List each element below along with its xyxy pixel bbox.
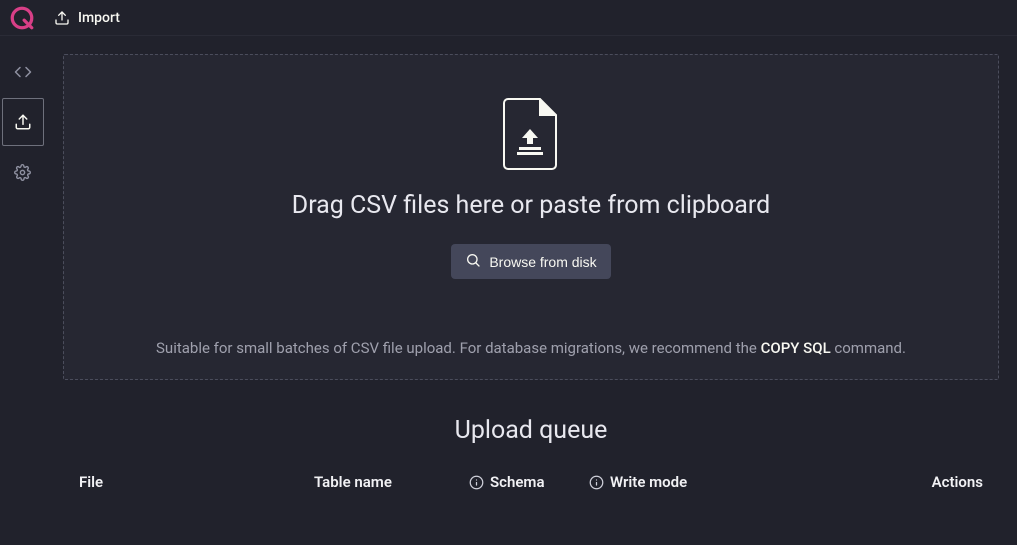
column-header-write-mode-label: Write mode (610, 473, 687, 491)
copy-sql-link[interactable]: COPY SQL (761, 339, 831, 357)
sidebar-item-code[interactable] (2, 50, 44, 94)
tab-import[interactable]: Import (46, 6, 128, 30)
sidebar (0, 36, 45, 545)
csv-dropzone[interactable]: Drag CSV files here or paste from clipbo… (63, 54, 999, 380)
column-header-actions: Actions (789, 473, 983, 491)
info-icon (589, 475, 604, 490)
topbar: Import (0, 0, 1017, 36)
column-header-file: File (79, 473, 314, 491)
search-icon (465, 252, 481, 271)
dropzone-footer-post: command. (831, 339, 906, 357)
column-header-table-name: Table name (314, 473, 469, 491)
browse-from-disk-button[interactable]: Browse from disk (451, 244, 610, 279)
upload-queue-title: Upload queue (63, 416, 999, 445)
dropzone-footer-pre: Suitable for small batches of CSV file u… (156, 339, 761, 357)
dropzone-title: Drag CSV files here or paste from clipbo… (292, 191, 770, 220)
main-content: Drag CSV files here or paste from clipbo… (45, 36, 1017, 545)
tab-import-label: Import (78, 10, 120, 26)
app-logo (6, 2, 38, 34)
code-icon (14, 63, 32, 81)
browse-button-label: Browse from disk (489, 254, 596, 270)
upload-icon (14, 113, 32, 131)
column-header-write-mode: Write mode (589, 473, 789, 491)
dropzone-footer: Suitable for small batches of CSV file u… (156, 339, 906, 357)
info-icon (469, 475, 484, 490)
sidebar-item-settings[interactable] (2, 150, 44, 194)
column-header-schema-label: Schema (490, 473, 545, 491)
column-header-schema: Schema (469, 473, 589, 491)
file-upload-icon (502, 97, 560, 175)
sidebar-item-import[interactable] (2, 98, 44, 146)
upload-icon (54, 10, 70, 26)
gear-icon (14, 164, 31, 181)
queue-table-header: File Table name Schema (63, 473, 999, 501)
